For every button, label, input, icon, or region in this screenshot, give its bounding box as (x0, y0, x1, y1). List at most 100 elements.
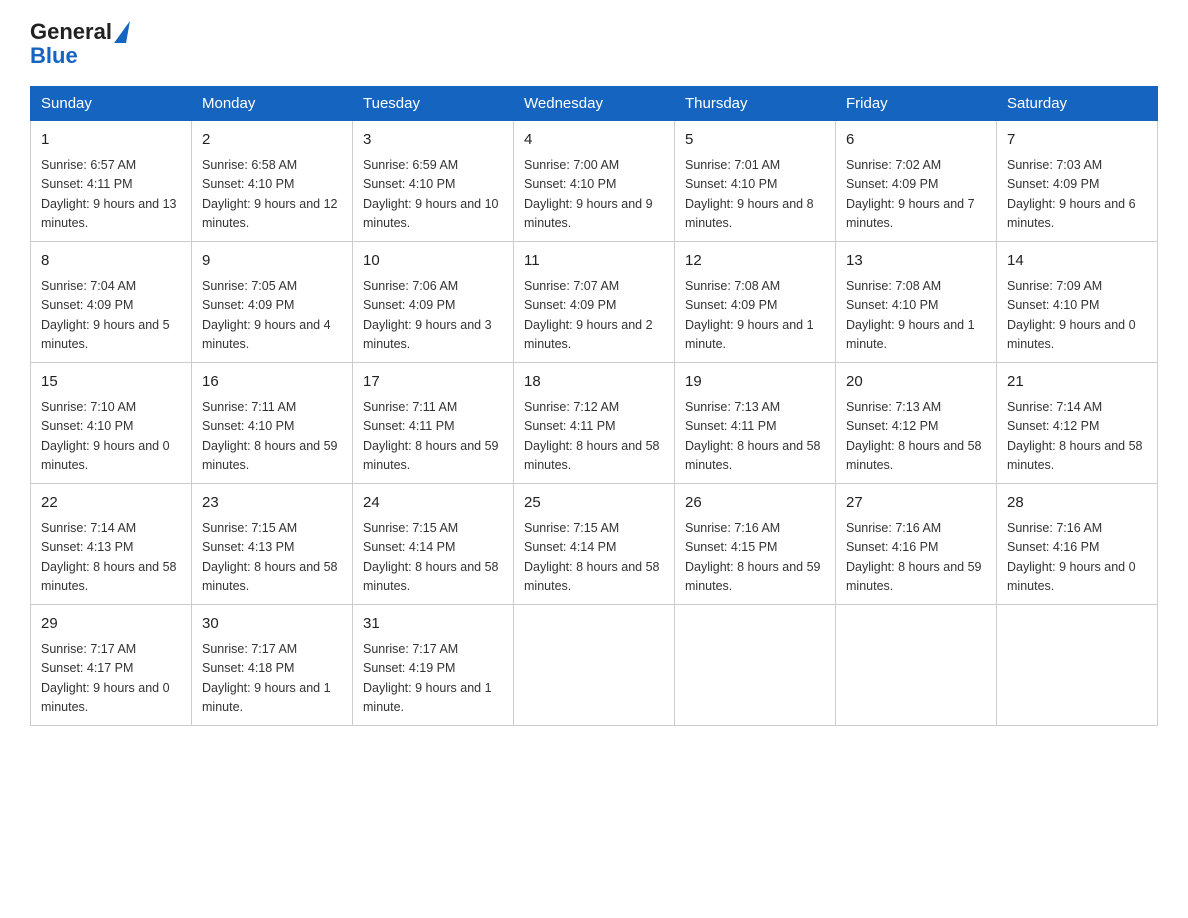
day-number: 9 (202, 250, 342, 273)
calendar-cell: 14 Sunrise: 7:09 AMSunset: 4:10 PMDaylig… (997, 242, 1158, 363)
calendar-header-saturday: Saturday (997, 87, 1158, 121)
day-number: 13 (846, 250, 986, 273)
calendar-cell: 3 Sunrise: 6:59 AMSunset: 4:10 PMDayligh… (353, 121, 514, 242)
day-info: Sunrise: 7:15 AMSunset: 4:14 PMDaylight:… (524, 519, 664, 597)
day-info: Sunrise: 6:57 AMSunset: 4:11 PMDaylight:… (41, 156, 181, 234)
day-number: 30 (202, 613, 342, 636)
calendar-cell: 28 Sunrise: 7:16 AMSunset: 4:16 PMDaylig… (997, 484, 1158, 605)
calendar-cell: 29 Sunrise: 7:17 AMSunset: 4:17 PMDaylig… (31, 605, 192, 726)
day-info: Sunrise: 7:11 AMSunset: 4:10 PMDaylight:… (202, 398, 342, 476)
day-number: 17 (363, 371, 503, 394)
calendar-header-tuesday: Tuesday (353, 87, 514, 121)
day-info: Sunrise: 7:15 AMSunset: 4:14 PMDaylight:… (363, 519, 503, 597)
day-info: Sunrise: 7:15 AMSunset: 4:13 PMDaylight:… (202, 519, 342, 597)
day-number: 15 (41, 371, 181, 394)
calendar-week-2: 8 Sunrise: 7:04 AMSunset: 4:09 PMDayligh… (31, 242, 1158, 363)
day-number: 7 (1007, 129, 1147, 152)
calendar-cell (675, 605, 836, 726)
day-info: Sunrise: 7:09 AMSunset: 4:10 PMDaylight:… (1007, 277, 1147, 355)
calendar-cell: 19 Sunrise: 7:13 AMSunset: 4:11 PMDaylig… (675, 363, 836, 484)
day-info: Sunrise: 7:08 AMSunset: 4:10 PMDaylight:… (846, 277, 986, 355)
day-info: Sunrise: 7:02 AMSunset: 4:09 PMDaylight:… (846, 156, 986, 234)
day-info: Sunrise: 7:12 AMSunset: 4:11 PMDaylight:… (524, 398, 664, 476)
day-number: 16 (202, 371, 342, 394)
calendar-cell: 26 Sunrise: 7:16 AMSunset: 4:15 PMDaylig… (675, 484, 836, 605)
calendar-cell: 24 Sunrise: 7:15 AMSunset: 4:14 PMDaylig… (353, 484, 514, 605)
day-info: Sunrise: 7:13 AMSunset: 4:11 PMDaylight:… (685, 398, 825, 476)
calendar-cell: 25 Sunrise: 7:15 AMSunset: 4:14 PMDaylig… (514, 484, 675, 605)
calendar-cell: 11 Sunrise: 7:07 AMSunset: 4:09 PMDaylig… (514, 242, 675, 363)
calendar-cell (514, 605, 675, 726)
day-number: 18 (524, 371, 664, 394)
calendar-header-wednesday: Wednesday (514, 87, 675, 121)
day-number: 5 (685, 129, 825, 152)
calendar-header-row: SundayMondayTuesdayWednesdayThursdayFrid… (31, 87, 1158, 121)
logo-triangle (114, 21, 130, 43)
day-number: 26 (685, 492, 825, 515)
day-info: Sunrise: 7:03 AMSunset: 4:09 PMDaylight:… (1007, 156, 1147, 234)
calendar-cell (836, 605, 997, 726)
calendar-table: SundayMondayTuesdayWednesdayThursdayFrid… (30, 86, 1158, 726)
day-number: 20 (846, 371, 986, 394)
calendar-cell: 27 Sunrise: 7:16 AMSunset: 4:16 PMDaylig… (836, 484, 997, 605)
day-number: 27 (846, 492, 986, 515)
calendar-week-1: 1 Sunrise: 6:57 AMSunset: 4:11 PMDayligh… (31, 121, 1158, 242)
calendar-cell: 6 Sunrise: 7:02 AMSunset: 4:09 PMDayligh… (836, 121, 997, 242)
calendar-header-sunday: Sunday (31, 87, 192, 121)
calendar-cell: 22 Sunrise: 7:14 AMSunset: 4:13 PMDaylig… (31, 484, 192, 605)
calendar-header-thursday: Thursday (675, 87, 836, 121)
day-info: Sunrise: 7:00 AMSunset: 4:10 PMDaylight:… (524, 156, 664, 234)
calendar-cell: 17 Sunrise: 7:11 AMSunset: 4:11 PMDaylig… (353, 363, 514, 484)
day-info: Sunrise: 7:01 AMSunset: 4:10 PMDaylight:… (685, 156, 825, 234)
calendar-cell: 8 Sunrise: 7:04 AMSunset: 4:09 PMDayligh… (31, 242, 192, 363)
logo: General Blue (30, 20, 128, 68)
day-info: Sunrise: 6:58 AMSunset: 4:10 PMDaylight:… (202, 156, 342, 234)
day-number: 25 (524, 492, 664, 515)
day-info: Sunrise: 7:17 AMSunset: 4:18 PMDaylight:… (202, 640, 342, 718)
calendar-cell: 9 Sunrise: 7:05 AMSunset: 4:09 PMDayligh… (192, 242, 353, 363)
day-number: 29 (41, 613, 181, 636)
calendar-cell: 16 Sunrise: 7:11 AMSunset: 4:10 PMDaylig… (192, 363, 353, 484)
day-info: Sunrise: 7:06 AMSunset: 4:09 PMDaylight:… (363, 277, 503, 355)
day-number: 3 (363, 129, 503, 152)
day-number: 23 (202, 492, 342, 515)
page-header: General Blue (30, 20, 1158, 68)
day-info: Sunrise: 7:11 AMSunset: 4:11 PMDaylight:… (363, 398, 503, 476)
day-number: 1 (41, 129, 181, 152)
calendar-cell: 18 Sunrise: 7:12 AMSunset: 4:11 PMDaylig… (514, 363, 675, 484)
calendar-cell: 5 Sunrise: 7:01 AMSunset: 4:10 PMDayligh… (675, 121, 836, 242)
calendar-cell: 2 Sunrise: 6:58 AMSunset: 4:10 PMDayligh… (192, 121, 353, 242)
day-number: 19 (685, 371, 825, 394)
day-number: 24 (363, 492, 503, 515)
day-number: 12 (685, 250, 825, 273)
day-number: 21 (1007, 371, 1147, 394)
calendar-cell: 4 Sunrise: 7:00 AMSunset: 4:10 PMDayligh… (514, 121, 675, 242)
day-number: 28 (1007, 492, 1147, 515)
calendar-cell: 13 Sunrise: 7:08 AMSunset: 4:10 PMDaylig… (836, 242, 997, 363)
day-number: 14 (1007, 250, 1147, 273)
calendar-header-monday: Monday (192, 87, 353, 121)
calendar-cell: 7 Sunrise: 7:03 AMSunset: 4:09 PMDayligh… (997, 121, 1158, 242)
day-info: Sunrise: 7:17 AMSunset: 4:19 PMDaylight:… (363, 640, 503, 718)
calendar-header-friday: Friday (836, 87, 997, 121)
day-info: Sunrise: 7:16 AMSunset: 4:15 PMDaylight:… (685, 519, 825, 597)
calendar-cell (997, 605, 1158, 726)
day-info: Sunrise: 7:16 AMSunset: 4:16 PMDaylight:… (1007, 519, 1147, 597)
calendar-cell: 12 Sunrise: 7:08 AMSunset: 4:09 PMDaylig… (675, 242, 836, 363)
calendar-cell: 15 Sunrise: 7:10 AMSunset: 4:10 PMDaylig… (31, 363, 192, 484)
calendar-cell: 20 Sunrise: 7:13 AMSunset: 4:12 PMDaylig… (836, 363, 997, 484)
calendar-week-4: 22 Sunrise: 7:14 AMSunset: 4:13 PMDaylig… (31, 484, 1158, 605)
day-number: 2 (202, 129, 342, 152)
day-info: Sunrise: 7:14 AMSunset: 4:13 PMDaylight:… (41, 519, 181, 597)
day-info: Sunrise: 7:08 AMSunset: 4:09 PMDaylight:… (685, 277, 825, 355)
calendar-week-3: 15 Sunrise: 7:10 AMSunset: 4:10 PMDaylig… (31, 363, 1158, 484)
day-number: 6 (846, 129, 986, 152)
day-number: 8 (41, 250, 181, 273)
day-info: Sunrise: 7:05 AMSunset: 4:09 PMDaylight:… (202, 277, 342, 355)
day-info: Sunrise: 7:14 AMSunset: 4:12 PMDaylight:… (1007, 398, 1147, 476)
calendar-cell: 23 Sunrise: 7:15 AMSunset: 4:13 PMDaylig… (192, 484, 353, 605)
day-info: Sunrise: 7:04 AMSunset: 4:09 PMDaylight:… (41, 277, 181, 355)
calendar-cell: 10 Sunrise: 7:06 AMSunset: 4:09 PMDaylig… (353, 242, 514, 363)
day-info: Sunrise: 6:59 AMSunset: 4:10 PMDaylight:… (363, 156, 503, 234)
day-number: 11 (524, 250, 664, 273)
